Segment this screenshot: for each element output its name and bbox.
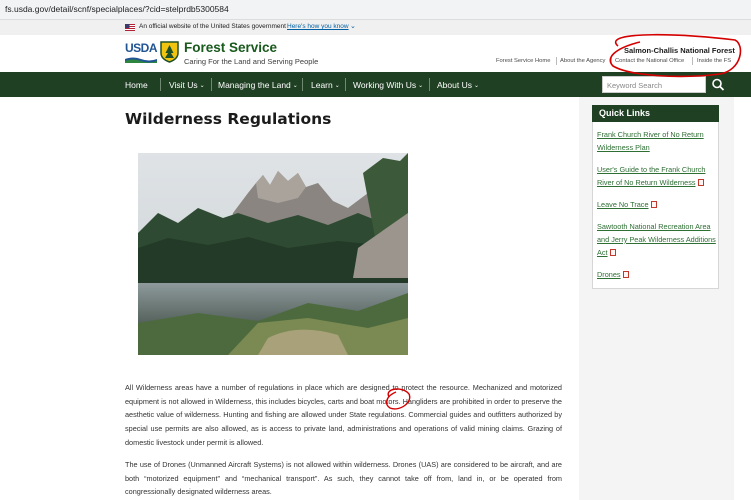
utility-link-contact[interactable]: Contact the National Office <box>615 58 684 64</box>
link-label: Frank Church River of No Return Wilderne… <box>597 130 704 152</box>
gov-banner <box>0 20 751 35</box>
link-label: Leave No Trace <box>597 200 649 209</box>
quick-links-title: Quick Links <box>599 108 651 118</box>
site-title[interactable]: Forest Service <box>184 40 277 55</box>
wilderness-lake-photo <box>138 153 408 355</box>
divider <box>211 78 212 91</box>
nav-item-working-with-us[interactable]: Working With Us ⌄ <box>353 80 423 90</box>
nav-item-visit-us[interactable]: Visit Us ⌄ <box>169 80 205 90</box>
quick-link-drones[interactable]: Drones <box>597 269 717 282</box>
pdf-icon <box>622 271 629 278</box>
divider <box>556 57 557 65</box>
quick-link-leave-no-trace[interactable]: Leave No Trace <box>597 199 717 212</box>
quick-link-users-guide[interactable]: User's Guide to the Frank Church River o… <box>597 164 717 190</box>
divider <box>429 78 430 91</box>
pdf-icon <box>650 201 657 208</box>
url-text[interactable]: fs.usda.gov/detail/scnf/specialplaces/?c… <box>5 4 229 14</box>
nav-item-home[interactable]: Home <box>125 80 148 90</box>
divider <box>160 78 161 91</box>
site-tagline: Caring For the Land and Serving People <box>184 57 319 66</box>
gov-banner-text: An official website of the United States… <box>139 23 286 30</box>
nav-item-about-us[interactable]: About Us ⌄ <box>437 80 479 90</box>
usda-logo[interactable]: USDA <box>125 41 158 65</box>
chevron-down-icon: ⌄ <box>473 83 479 89</box>
utility-link-fs-home[interactable]: Forest Service Home <box>496 58 550 64</box>
utility-link-about[interactable]: About the Agency <box>560 58 605 64</box>
divider <box>345 78 346 91</box>
nav-label: Visit Us <box>169 80 198 90</box>
nav-label: Managing the Land <box>218 80 291 90</box>
gov-banner-link[interactable]: Here's how you know <box>287 23 349 30</box>
chevron-down-icon[interactable]: ⌄ <box>350 22 356 30</box>
divider <box>611 57 612 65</box>
forest-name[interactable]: Salmon-Challis National Forest <box>624 46 735 55</box>
search-icon[interactable] <box>709 76 727 93</box>
browser-address-bar[interactable]: fs.usda.gov/detail/scnf/specialplaces/?c… <box>0 0 751 20</box>
forest-service-shield-icon[interactable] <box>160 41 179 63</box>
usda-wave-graphic <box>125 57 157 63</box>
chevron-down-icon: ⌄ <box>199 83 205 89</box>
nav-label: Learn <box>311 80 333 90</box>
utility-link-inside-fs[interactable]: Inside the FS <box>697 58 731 64</box>
page-title: Wilderness Regulations <box>125 110 332 128</box>
pdf-icon <box>609 248 616 256</box>
link-label: Drones <box>597 270 621 279</box>
body-paragraph-drones: The use of Drones (Unmanned Aircraft Sys… <box>125 460 562 497</box>
body-paragraph-regulations: All Wilderness areas have a number of re… <box>125 383 562 447</box>
nav-label: Working With Us <box>353 80 417 90</box>
quick-link-wilderness-plan[interactable]: Frank Church River of No Return Wilderne… <box>597 129 717 155</box>
link-label: User's Guide to the Frank Church River o… <box>597 165 706 187</box>
nav-item-managing-the-land[interactable]: Managing the Land ⌄ <box>218 80 298 90</box>
nav-label: Home <box>125 80 148 90</box>
divider <box>692 57 693 65</box>
us-flag-icon <box>125 24 135 31</box>
chevron-down-icon: ⌄ <box>418 83 424 89</box>
chevron-down-icon: ⌄ <box>334 83 340 89</box>
divider <box>302 78 303 91</box>
nav-item-learn[interactable]: Learn ⌄ <box>311 80 340 90</box>
chevron-down-icon: ⌄ <box>292 83 298 89</box>
quick-link-sawtooth-nra[interactable]: Sawtooth National Recreation Area and Je… <box>597 221 717 259</box>
search-input[interactable]: Keyword Search <box>602 76 706 93</box>
nav-label: About Us <box>437 80 472 90</box>
pdf-icon <box>697 178 704 186</box>
